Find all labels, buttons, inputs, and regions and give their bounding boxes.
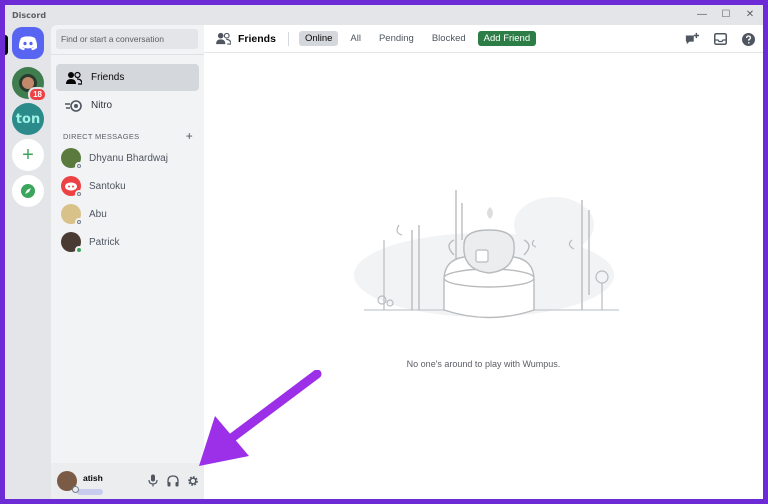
tab-all[interactable]: All xyxy=(344,31,367,46)
dm-sidebar: Find or start a conversation Friends Nit… xyxy=(51,25,204,499)
sidebar-item-nitro[interactable]: Nitro xyxy=(56,92,199,119)
selected-indicator xyxy=(5,35,8,55)
avatar[interactable] xyxy=(57,471,79,493)
server-ton[interactable]: ton xyxy=(12,103,44,135)
server-user[interactable]: 18 xyxy=(12,67,47,102)
friends-toolbar: Friends Online All Pending Blocked Add F… xyxy=(204,25,763,53)
status-indicator xyxy=(75,246,83,254)
direct-messages-header: DIRECT MESSAGES + xyxy=(63,129,193,143)
status-indicator xyxy=(75,190,83,198)
dm-header-label: DIRECT MESSAGES xyxy=(63,131,140,141)
avatar xyxy=(61,204,83,226)
custom-status xyxy=(77,488,103,495)
divider xyxy=(287,31,289,46)
username: atish xyxy=(83,472,103,483)
dm-name: Santoku xyxy=(89,180,126,192)
status-indicator xyxy=(75,218,83,226)
sidebar-item-label: Nitro xyxy=(91,100,113,111)
avatar xyxy=(61,176,83,198)
dm-name: Abu xyxy=(89,208,107,220)
sidebar-item-friends[interactable]: Friends xyxy=(56,64,199,91)
user-panel: atish xyxy=(51,463,204,499)
headphones-icon[interactable] xyxy=(165,473,180,488)
title-bar: Discord — ☐ ✕ xyxy=(5,5,763,25)
help-icon[interactable] xyxy=(741,32,755,46)
create-dm-icon[interactable]: + xyxy=(186,129,193,143)
dm-item[interactable]: Santoku xyxy=(56,173,199,199)
discord-logo-icon xyxy=(18,36,38,51)
dm-item[interactable]: Dhyanu Bhardwaj xyxy=(56,145,199,171)
user-info[interactable]: atish xyxy=(77,468,103,495)
toolbar-icons xyxy=(685,32,755,46)
tab-blocked[interactable]: Blocked xyxy=(426,31,472,46)
status-indicator xyxy=(72,486,79,493)
divider xyxy=(51,54,204,55)
window-controls: — ☐ ✕ xyxy=(695,8,757,22)
plus-icon: + xyxy=(22,143,34,166)
microphone-icon[interactable] xyxy=(145,473,160,488)
tab-online[interactable]: Online xyxy=(298,31,339,46)
maximize-icon[interactable]: ☐ xyxy=(719,8,733,22)
wumpus-illustration xyxy=(354,190,619,319)
close-icon[interactable]: ✕ xyxy=(743,8,757,22)
nitro-icon xyxy=(63,99,85,112)
search-input[interactable]: Find or start a conversation xyxy=(56,29,198,49)
add-server-button[interactable]: + xyxy=(12,139,44,171)
dm-item[interactable]: Patrick xyxy=(56,229,199,255)
dm-name: Dhyanu Bhardwaj xyxy=(89,152,168,164)
add-friend-button[interactable]: Add Friend xyxy=(477,31,537,46)
tab-pending[interactable]: Pending xyxy=(373,31,420,46)
compass-icon xyxy=(21,184,35,198)
dm-item[interactable]: Abu xyxy=(56,201,199,227)
status-indicator xyxy=(75,162,83,170)
sidebar-item-label: Friends xyxy=(91,72,125,83)
dm-name: Patrick xyxy=(89,236,120,248)
avatar xyxy=(61,232,83,254)
page-title-text: Friends xyxy=(238,32,276,45)
annotation-arrow xyxy=(199,370,322,466)
home-button[interactable] xyxy=(12,27,44,59)
friends-icon xyxy=(216,32,231,45)
server-rail: 18 ton + xyxy=(5,25,51,499)
friends-icon xyxy=(63,71,85,85)
minimize-icon[interactable]: — xyxy=(695,8,709,22)
new-group-dm-icon[interactable] xyxy=(685,32,699,46)
empty-state-message: No one's around to play with Wumpus. xyxy=(406,359,561,369)
page-title: Friends xyxy=(216,32,276,45)
explore-servers-button[interactable] xyxy=(12,175,44,207)
avatar xyxy=(61,148,83,170)
notification-badge: 18 xyxy=(28,87,47,102)
app-window: Discord — ☐ ✕ 18 ton + Find or start a c… xyxy=(5,5,763,499)
inbox-icon[interactable] xyxy=(713,32,727,46)
app-title: Discord xyxy=(12,10,47,20)
